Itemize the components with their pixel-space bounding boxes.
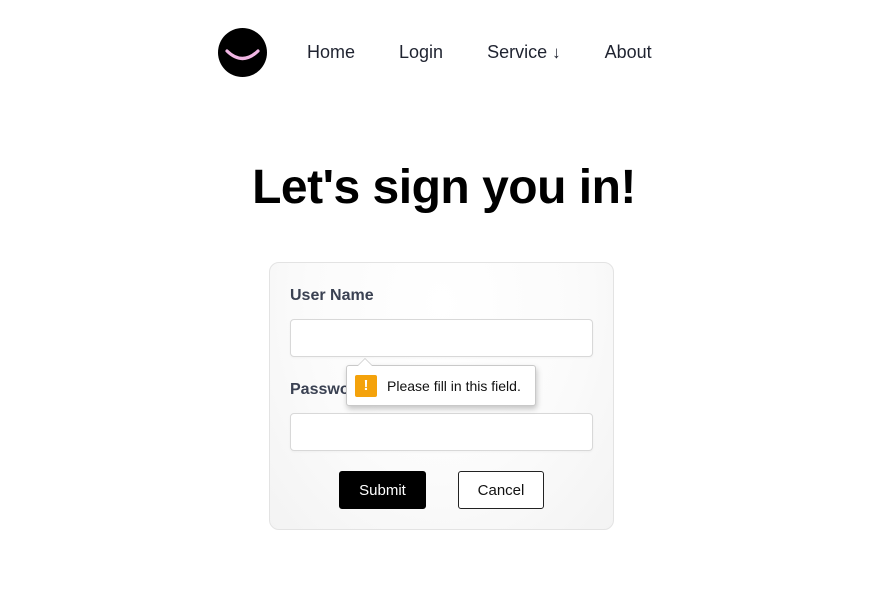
nav-item-label: Login <box>399 42 444 62</box>
cancel-button[interactable]: Cancel <box>458 471 544 509</box>
smiley-logo-icon[interactable] <box>218 28 267 77</box>
nav-links: Home Login Service ↓ About <box>307 42 652 63</box>
nav-item-label: Home <box>307 42 356 62</box>
username-label: User Name <box>290 287 374 304</box>
nav-item-login[interactable]: Login <box>399 42 443 63</box>
top-nav: Home Login Service ↓ About <box>218 28 652 77</box>
password-input[interactable] <box>290 413 593 451</box>
validation-tooltip: ! Please fill in this field. <box>346 358 536 406</box>
page: Home Login Service ↓ About Let's sign yo… <box>0 0 888 613</box>
nav-item-service[interactable]: Service ↓ <box>487 42 561 63</box>
validation-message: Please fill in this field. <box>387 377 521 394</box>
arrow-down-icon: ↓ <box>552 42 561 62</box>
warning-icon: ! <box>355 374 377 397</box>
nav-item-home[interactable]: Home <box>307 42 355 63</box>
nav-item-label: Service <box>487 42 548 62</box>
nav-item-about[interactable]: About <box>605 42 652 63</box>
page-title: Let's sign you in! <box>252 161 636 214</box>
nav-item-label: About <box>604 42 652 62</box>
username-input[interactable] <box>290 319 593 357</box>
submit-button[interactable]: Submit <box>339 471 426 509</box>
